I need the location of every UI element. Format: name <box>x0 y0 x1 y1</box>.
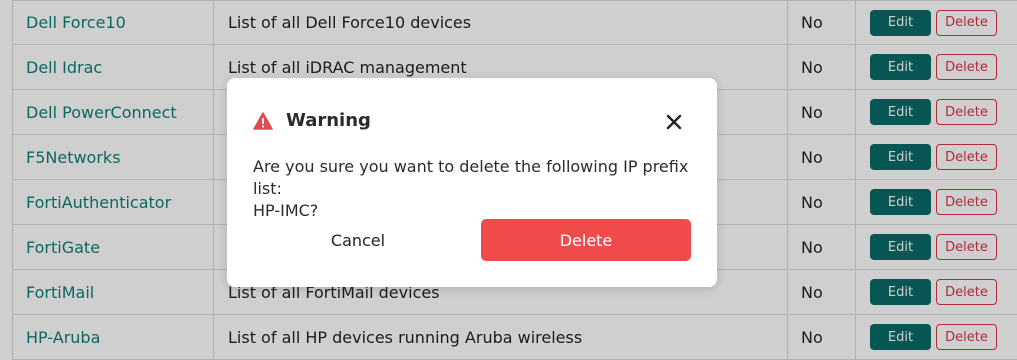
close-icon[interactable] <box>665 113 683 131</box>
dialog-message-line: Are you sure you want to delete the foll… <box>253 157 689 198</box>
confirm-delete-button[interactable]: Delete <box>481 219 691 261</box>
cancel-button[interactable]: Cancel <box>253 219 463 261</box>
dialog-message: Are you sure you want to delete the foll… <box>253 156 693 222</box>
dialog-title: Warning <box>286 110 371 131</box>
warning-triangle-icon <box>253 112 273 130</box>
delete-confirmation-dialog: Warning Are you sure you want to delete … <box>227 78 717 287</box>
